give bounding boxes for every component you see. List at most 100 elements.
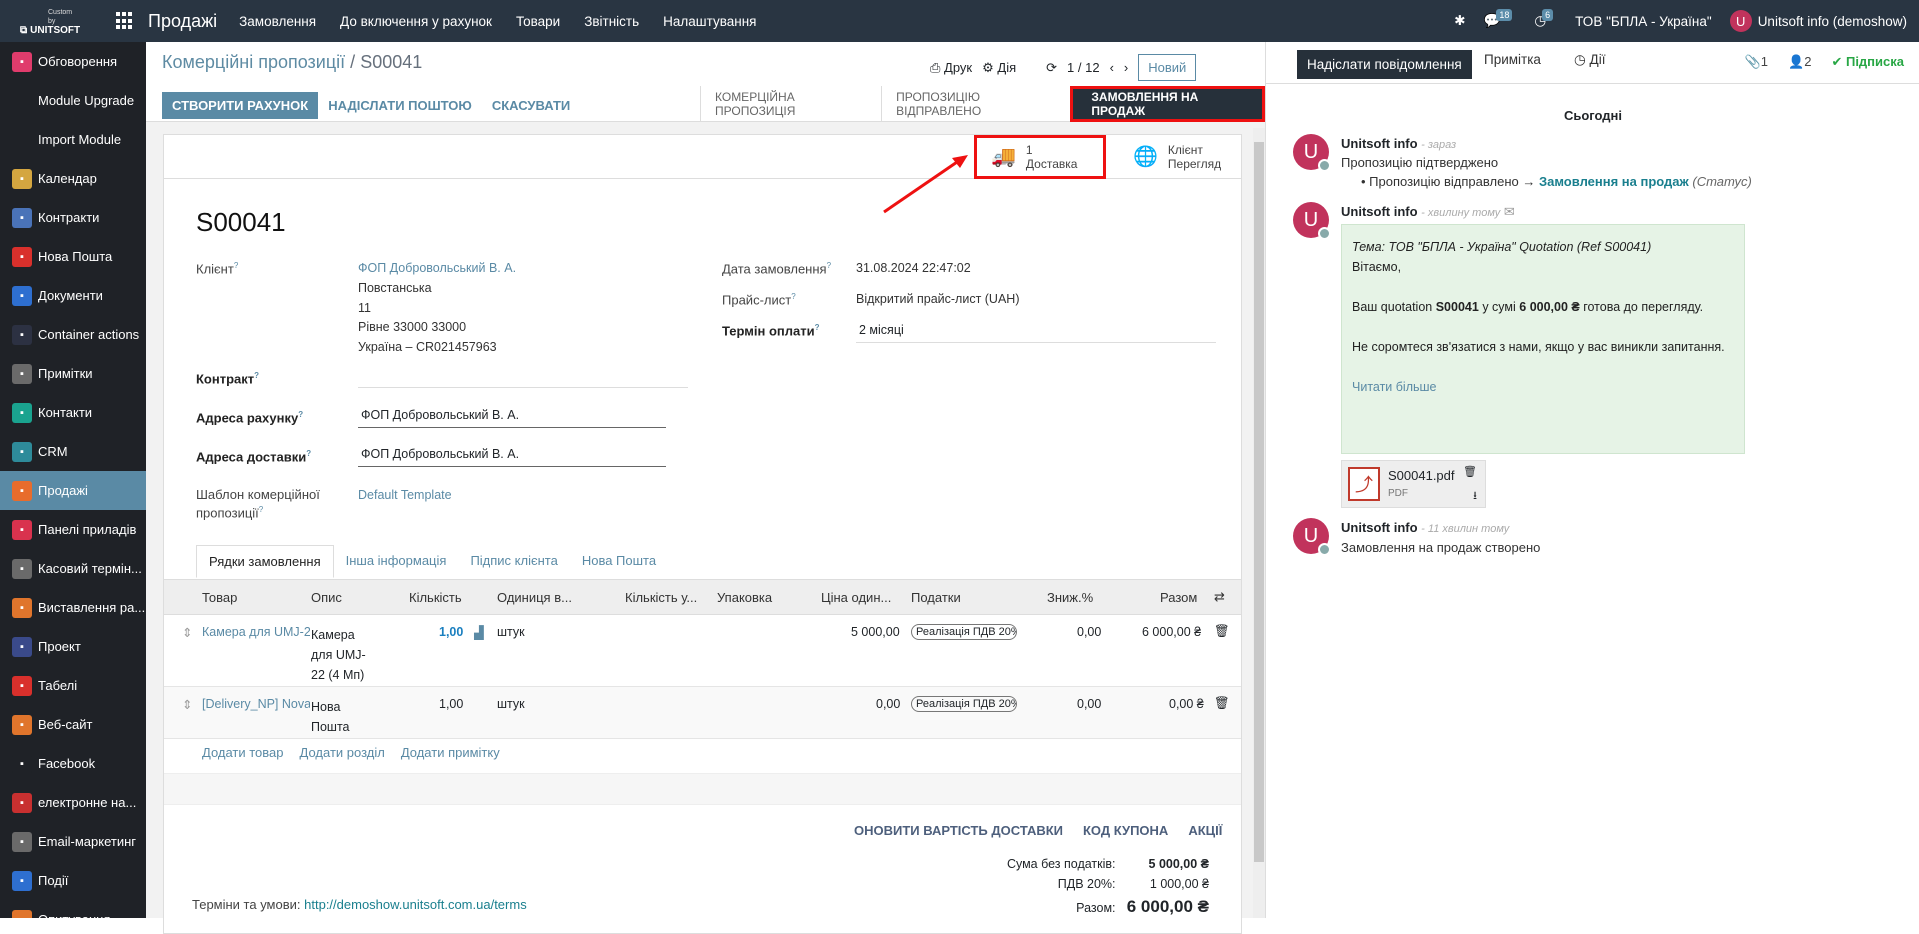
menu-orders[interactable]: Замовлення [227,14,328,29]
breadcrumb-parent[interactable]: Комерційні пропозиції [162,52,345,72]
sidebar-item[interactable]: ▪ Facebook [0,744,146,783]
pricelist-value[interactable]: Відкритий прайс-лист (UAH) [856,292,1019,306]
sidebar-item[interactable]: ▪ Проект [0,627,146,666]
row-uom[interactable]: штук [497,625,525,639]
col-unit-price[interactable]: Ціна один... [821,590,891,605]
add-product-link[interactable]: Додати товар [202,745,284,760]
sidebar-item[interactable]: ▪ CRM [0,432,146,471]
app-name[interactable]: Продажі [148,11,217,32]
sidebar-item[interactable]: ▪ Касовий термін... [0,549,146,588]
row-tax-badge[interactable]: Реалізація ПДВ 20% [911,696,1017,712]
column-settings-icon[interactable]: ⇄ [1214,589,1225,605]
tab-customer-signature[interactable]: Підпис клієнта [458,545,569,578]
row-description[interactable]: Нова Пошта [311,697,350,737]
tab-other-info[interactable]: Інша інформація [334,545,459,578]
col-packaging[interactable]: Упаковка [717,590,772,605]
sidebar-item[interactable]: ▪ Виставлення ра... [0,588,146,627]
row-unit-price[interactable]: 0,00 [876,697,900,711]
brand-logo[interactable]: Custom by ⧉ UNITSOFT [0,0,80,42]
message-avatar[interactable]: U [1293,202,1331,240]
delivery-address-field[interactable]: ФОП Добровольський В. А. [358,447,666,467]
menu-to-invoice[interactable]: До включення у рахунок [328,14,504,29]
add-note-link[interactable]: Додати примітку [401,745,500,760]
invoice-address-field[interactable]: ФОП Добровольський В. А. [358,408,666,428]
followers-button[interactable]: 👤2 [1788,54,1811,70]
sidebar-item[interactable]: ▪ Події [0,861,146,900]
delivery-smart-button[interactable]: 🚚 1 Доставка [974,135,1106,179]
forecast-chart-icon[interactable]: ▟ [474,625,484,640]
sidebar-item[interactable]: ▪ Опитування [0,900,146,918]
follow-button[interactable]: ✔ Підписка [1831,54,1904,70]
tab-order-lines[interactable]: Рядки замовлення [196,545,334,578]
stage-quotation[interactable]: КОМЕРЦІЙНА ПРОПОЗИЦІЯ [700,86,881,122]
sidebar-item[interactable]: ▪ Контракти [0,198,146,237]
col-qty-packaging[interactable]: Кількість у... [625,590,697,605]
table-row[interactable]: ⇕ Камера для UMJ-2 Камера для UMJ- 22 (4 М… [164,615,1241,687]
trash-icon[interactable]: 🗑 [1463,465,1477,478]
sidebar-item[interactable]: ▪ Календар [0,159,146,198]
menu-reporting[interactable]: Звітність [572,14,651,29]
terms-link[interactable]: http://demoshow.unitsoft.com.ua/terms [304,897,527,912]
trash-icon[interactable]: 🗑 [1214,696,1230,711]
drag-handle-icon[interactable]: ⇕ [182,697,192,712]
row-unit-price[interactable]: 5 000,00 [851,625,900,639]
menu-configuration[interactable]: Налаштування [651,14,768,29]
download-icon[interactable]: ⭳ [1473,487,1477,506]
message-avatar[interactable]: U [1293,518,1331,556]
sidebar-item[interactable]: ▪ Нова Пошта [0,237,146,276]
activities-button[interactable]: ◷ Дії [1574,52,1605,68]
bug-icon[interactable]: ✱ [1454,13,1465,29]
sidebar-item[interactable]: ▪ Табелі [0,666,146,705]
row-tax-badge[interactable]: Реалізація ПДВ 20% [911,624,1017,640]
row-uom[interactable]: штук [497,697,525,711]
drag-handle-icon[interactable]: ⇕ [182,625,192,640]
sidebar-item[interactable]: ▪ Панелі приладів [0,510,146,549]
activities-button[interactable]: ◷6 [1534,9,1557,29]
send-message-button[interactable]: Надіслати повідомлення [1297,50,1472,79]
company-switcher[interactable]: ТОВ "БПЛА - Україна" [1575,14,1712,29]
update-delivery-cost-button[interactable]: ОНОВИТИ ВАРТІСТЬ ДОСТАВКИ [854,823,1063,838]
customer-preview-button[interactable]: 🌐 Клієнт Перегляд [1119,135,1241,179]
coupon-code-button[interactable]: КОД КУПОНА [1083,823,1168,838]
new-button[interactable]: Новий [1138,54,1197,81]
col-product[interactable]: Товар [202,590,237,605]
pager-next-icon[interactable]: › [1124,60,1128,75]
col-taxes[interactable]: Податки [911,590,961,605]
table-row[interactable]: ⇕ [Delivery_NP] Nova Нова Пошта 1,00 штук… [164,687,1241,739]
col-subtotal[interactable]: Разом [1160,590,1197,605]
stage-quotation-sent[interactable]: ПРОПОЗИЦІЮ ВІДПРАВЛЕНО [881,86,1070,122]
messages-button[interactable]: 💬18 [1484,9,1517,29]
sidebar-item[interactable]: ▪ Container actions [0,315,146,354]
cancel-button[interactable]: СКАСУВАТИ [482,92,580,119]
tab-nova-poshta[interactable]: Нова Пошта [570,545,668,578]
refresh-icon[interactable]: ⟳ [1046,60,1057,76]
pager-previous-icon[interactable]: ‹ [1110,60,1114,75]
template-value[interactable]: Default Template [358,488,452,502]
sidebar-item[interactable]: ▪ Документи [0,276,146,315]
read-more-link[interactable]: Читати більше [1352,380,1436,394]
user-menu[interactable]: U Unitsoft info (demoshow) [1729,10,1907,32]
send-email-button[interactable]: НАДІСЛАТИ ПОШТОЮ [318,92,482,119]
col-description[interactable]: Опис [311,590,342,605]
sidebar-item[interactable]: ▪ Контакти [0,393,146,432]
payment-terms-field[interactable]: 2 місяці [856,323,1216,343]
trash-icon[interactable]: 🗑 [1214,624,1230,639]
print-button[interactable]: ⎙ Друк [930,60,972,76]
sidebar-item[interactable]: Import Module [0,120,146,159]
apps-menu-icon[interactable] [116,12,134,30]
attachment-card[interactable]: ⤴ S00041.pdf PDF 🗑 ⭳ [1341,460,1486,508]
sidebar-item[interactable]: ▪ Продажі [0,471,146,510]
row-discount[interactable]: 0,00 [1077,625,1101,639]
col-quantity[interactable]: Кількість [409,590,462,605]
action-button[interactable]: ⚙ Дія [982,60,1016,76]
row-quantity[interactable]: 1,00 [439,625,463,639]
log-note-button[interactable]: Примітка [1484,52,1541,67]
sidebar-item[interactable]: ▪ електронне на... [0,783,146,822]
row-description[interactable]: Камера для UMJ- 22 (4 Мп) [311,625,366,685]
create-invoice-button[interactable]: СТВОРИТИ РАХУНОК [162,92,319,119]
row-quantity[interactable]: 1,00 [439,697,463,711]
sidebar-item[interactable]: ▪ Обговорення [0,42,146,81]
stage-sales-order[interactable]: ЗАМОВЛЕННЯ НА ПРОДАЖ [1070,86,1265,122]
add-section-link[interactable]: Додати розділ [300,745,385,760]
sidebar-item[interactable]: ▪ Веб-сайт [0,705,146,744]
